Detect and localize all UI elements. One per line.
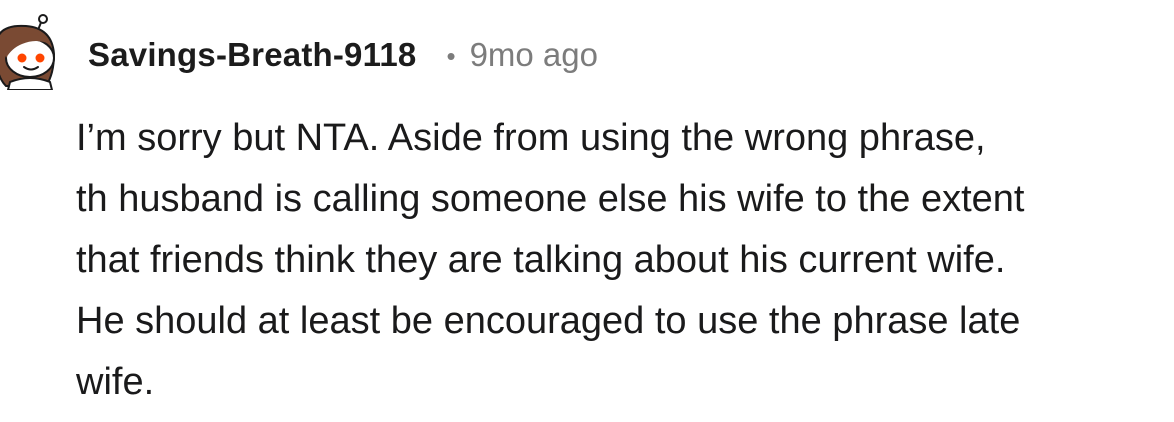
- comment: Savings-Breath-9118 • 9mo ago I’m sorry …: [0, 0, 1174, 422]
- comment-header: Savings-Breath-9118 • 9mo ago: [88, 30, 598, 80]
- comment-body-line: that friends think they are talking abou…: [76, 239, 1006, 281]
- comment-body: I’m sorry but NTA. Aside from using the …: [76, 108, 1174, 413]
- snoo-avatar-icon: [0, 14, 56, 91]
- comment-body-line: He should at least be encouraged to use …: [76, 300, 1021, 342]
- timestamp[interactable]: 9mo ago: [470, 36, 598, 74]
- user-avatar[interactable]: [0, 14, 60, 91]
- comment-body-line: wife.: [76, 361, 155, 403]
- separator-dot: •: [446, 40, 456, 71]
- comment-body-line: I’m sorry but NTA. Aside from using the …: [76, 117, 986, 159]
- username-link[interactable]: Savings-Breath-9118: [88, 36, 416, 74]
- comment-body-line: th husband is calling someone else his w…: [76, 178, 1025, 220]
